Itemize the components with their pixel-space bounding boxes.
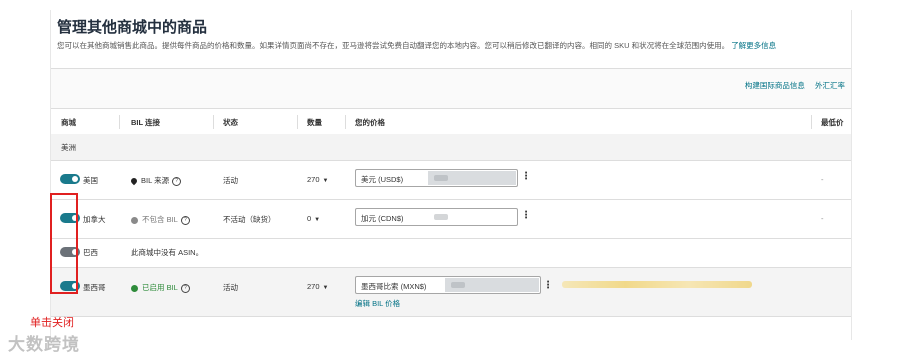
blurred-price	[451, 282, 465, 288]
marketplace-name: 加拿大	[83, 215, 106, 224]
marketplace-row-brazil: 巴西 此商城中没有 ASIN。	[51, 239, 851, 268]
currency-label: 加元 (CDN$)	[361, 214, 404, 223]
marketplace-row-canada: 加拿大 不包含 BIL? 不活动（缺货） 0 ▼ 加元 (CDN$) ⋮ -	[51, 200, 851, 239]
column-status: 状态	[223, 118, 238, 127]
lowest-price-value: -	[821, 175, 824, 184]
marketplace-name: 美国	[83, 176, 98, 185]
caret-down-icon: ▼	[322, 178, 329, 184]
marketplace-name: 墨西哥	[83, 283, 106, 292]
lowest-price-value: -	[821, 214, 824, 223]
column-your-price: 您的价格	[355, 118, 385, 127]
exchange-rate-link[interactable]: 外汇汇率	[815, 81, 845, 90]
column-divider	[297, 115, 298, 129]
column-divider	[119, 115, 120, 129]
edit-bil-price-link[interactable]: 编辑 BIL 价格	[355, 298, 400, 309]
listing-status: 不活动（缺货）	[223, 215, 276, 224]
bil-label: 已启用 BIL	[142, 283, 178, 292]
question-circle-icon[interactable]: ?	[180, 283, 190, 293]
blurred-price	[434, 214, 448, 220]
column-divider	[213, 115, 214, 129]
price-input[interactable]: 墨西哥比索 (MXN$)	[355, 276, 541, 294]
annotation-label: 单击关闭	[30, 317, 74, 329]
no-asin-message: 此商城中没有 ASIN。	[131, 248, 204, 257]
quantity-value: 270	[307, 175, 320, 184]
currency-label: 墨西哥比索 (MXN$)	[361, 282, 427, 291]
quantity-value: 0	[307, 214, 312, 223]
watermark: 大数跨境	[8, 335, 80, 354]
page-description: 您可以在其他商城销售此商品。提供每件商品的价格和数量。如果详情页面尚不存在，亚马…	[57, 40, 852, 51]
caret-down-icon: ▼	[314, 217, 321, 223]
table-header: 商城 BIL 连接 状态 数量 您的价格 最低价	[51, 108, 851, 136]
bil-status: 不包含 BIL?	[131, 214, 190, 225]
quantity-value: 270	[307, 282, 320, 291]
quantity-dropdown[interactable]: 270 ▼	[307, 282, 328, 291]
bil-label: 不包含 BIL	[142, 215, 178, 224]
highlight-box	[50, 193, 78, 294]
listing-status: 活动	[223, 283, 238, 292]
price-value[interactable]	[445, 278, 539, 292]
page-title: 管理其他商城中的商品	[57, 19, 208, 36]
quantity-dropdown[interactable]: 0 ▼	[307, 214, 320, 223]
learn-more-link[interactable]: 了解更多信息	[731, 41, 776, 50]
gray-circle-icon	[131, 216, 138, 224]
build-international-listing-link[interactable]: 构建国际商品信息	[745, 81, 805, 90]
description-text: 您可以在其他商城销售此商品。提供每件商品的价格和数量。如果详情页面尚不存在，亚马…	[57, 41, 730, 50]
column-quantity: 数量	[307, 118, 322, 127]
question-circle-icon[interactable]: ?	[180, 215, 190, 225]
quantity-dropdown[interactable]: 270 ▼	[307, 175, 328, 184]
listing-status: 活动	[223, 176, 238, 185]
caret-down-icon: ▼	[322, 285, 329, 291]
price-input[interactable]: 美元 (USD$)	[355, 169, 518, 187]
bil-status: BIL 来源?	[129, 175, 182, 186]
price-input[interactable]: 加元 (CDN$)	[355, 208, 518, 226]
price-value[interactable]	[428, 210, 516, 224]
currency-label: 美元 (USD$)	[361, 175, 404, 184]
marketplace-row-us: 美国 BIL 来源? 活动 270 ▼ 美元 (USD$) ⋮ -	[51, 161, 851, 200]
column-marketplace: 商城	[61, 118, 76, 127]
table-toolbar: 构建国际商品信息 外汇汇率	[51, 68, 851, 109]
green-check-icon	[131, 284, 138, 292]
kebab-icon[interactable]: ⋮	[521, 171, 531, 182]
kebab-icon[interactable]: ⋮	[543, 280, 553, 291]
map-pin-icon	[129, 176, 139, 186]
column-bil-link: BIL 连接	[131, 118, 161, 127]
region-label: 美洲	[61, 143, 76, 152]
manage-marketplaces-card: 管理其他商城中的商品 您可以在其他商城销售此商品。提供每件商品的价格和数量。如果…	[50, 10, 852, 340]
region-header: 美洲	[51, 134, 851, 161]
redacted-info	[562, 281, 752, 288]
column-divider	[811, 115, 812, 129]
blurred-price	[434, 175, 448, 181]
bil-label: BIL 来源	[141, 176, 170, 185]
marketplace-name: 巴西	[83, 248, 98, 257]
marketplace-row-mexico: 墨西哥 已启用 BIL? 活动 270 ▼ 墨西哥比索 (MXN$) 编辑 BIL…	[51, 268, 851, 317]
toolbar-links: 构建国际商品信息 外汇汇率	[737, 80, 845, 91]
column-divider	[345, 115, 346, 129]
question-circle-icon[interactable]: ?	[172, 176, 182, 186]
bil-status: 已启用 BIL?	[131, 282, 190, 293]
kebab-icon[interactable]: ⋮	[521, 210, 531, 221]
marketplace-toggle-us[interactable]	[60, 174, 80, 184]
price-value[interactable]	[428, 171, 516, 185]
column-lowest-price: 最低价	[821, 118, 844, 127]
